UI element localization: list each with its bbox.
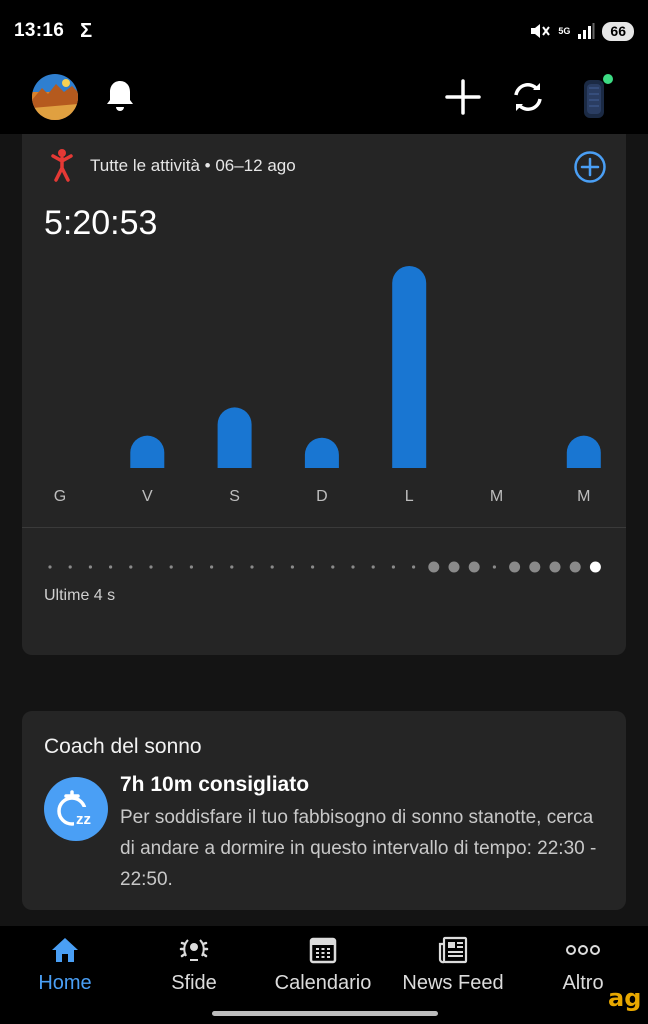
device-icon[interactable] [578, 74, 614, 122]
watermark-logo: ag [608, 984, 642, 1012]
running-person-icon [51, 149, 73, 182]
chart-bar[interactable] [392, 266, 427, 468]
more-icon [566, 945, 600, 955]
home-indicator[interactable] [212, 1011, 438, 1016]
pager-dot[interactable] [448, 561, 460, 573]
pager-dot[interactable] [549, 561, 561, 573]
sleep-coach-card[interactable]: Coach del sonno zz 7h 10m consigliato Pe… [22, 711, 626, 910]
sleep-coach-title: Coach del sonno [44, 735, 202, 758]
pager-dot[interactable] [529, 561, 541, 573]
pager-dot[interactable] [109, 565, 113, 569]
activity-title: Tutte le attività • 06–12 ago [90, 156, 296, 175]
nav-label: News Feed [402, 972, 504, 994]
pager-dot[interactable] [492, 565, 496, 569]
home-icon [52, 938, 78, 962]
app-bar [0, 62, 648, 134]
chart-bar[interactable] [566, 435, 601, 468]
sigma-icon: Σ [80, 19, 93, 42]
pager-dot[interactable] [48, 565, 52, 569]
bottom-nav: Home Sfide Calendario News Feed Altro [0, 926, 648, 1024]
chart-day-label: M [577, 488, 590, 505]
newsfeed-icon [438, 936, 468, 964]
pager-dot[interactable] [149, 565, 153, 569]
chart-day-label: L [405, 488, 414, 505]
pager-dot[interactable] [210, 565, 214, 569]
chart-day-label: M [490, 488, 503, 505]
pager-dot[interactable] [509, 561, 521, 573]
pager-dot[interactable] [270, 565, 274, 569]
pager-dot[interactable] [331, 565, 335, 569]
chart-bar[interactable] [130, 435, 165, 468]
nav-label: Sfide [171, 972, 217, 994]
pager-dot[interactable] [250, 565, 254, 569]
week-pager[interactable] [22, 554, 626, 582]
chart-bar[interactable] [304, 437, 339, 468]
add-circle-icon[interactable] [573, 150, 607, 184]
nav-calendario[interactable]: Calendario [258, 926, 388, 1006]
divider [22, 527, 626, 528]
pager-dot[interactable] [428, 561, 440, 573]
weekly-activity-chart: GVSDLMM [54, 266, 601, 505]
pager-dot[interactable] [311, 565, 315, 569]
sleep-advice-text: Per soddisfare il tuo fabbisogno di sonn… [120, 807, 597, 890]
pager-dot[interactable] [351, 565, 355, 569]
pager-dot[interactable] [412, 565, 416, 569]
pager-dot[interactable] [290, 565, 294, 569]
pager-dot[interactable] [230, 565, 234, 569]
svg-text:zz: zz [76, 811, 91, 828]
status-time: 13:16 [14, 20, 65, 41]
signal-icon [578, 23, 595, 39]
nav-label: Home [38, 972, 92, 994]
nav-home[interactable]: Home [0, 926, 130, 1006]
chart-day-label: D [316, 488, 328, 505]
plus-icon[interactable] [444, 78, 482, 116]
pager-dot[interactable] [391, 565, 395, 569]
sleep-recommendation: 7h 10m consigliato [120, 773, 310, 796]
pager-dot[interactable] [569, 561, 581, 573]
sleep-zz-icon: zz [44, 777, 108, 841]
bell-icon[interactable] [103, 78, 137, 114]
avatar[interactable] [32, 74, 78, 120]
period-label: Ultime 4 s [44, 587, 116, 604]
pager-dot[interactable] [68, 565, 72, 569]
sync-icon[interactable] [509, 78, 547, 116]
nav-news-feed[interactable]: News Feed [388, 926, 518, 1006]
pager-dot[interactable] [129, 565, 133, 569]
pager-dot[interactable] [371, 565, 375, 569]
pager-dot[interactable] [169, 565, 173, 569]
pager-dot[interactable] [468, 561, 480, 573]
calendar-icon [309, 937, 337, 964]
chart-day-label: S [229, 488, 240, 505]
chart-day-label: G [54, 488, 66, 505]
status-bar: 13:16 Σ 5G 66 [0, 0, 648, 62]
device-status-dot [603, 74, 613, 84]
battery-level: 66 [602, 21, 634, 41]
pager-dot[interactable] [189, 565, 193, 569]
mute-icon [531, 24, 551, 38]
nav-label: Calendario [274, 972, 372, 994]
laurel-icon [179, 939, 209, 961]
chart-day-label: V [142, 488, 153, 505]
pager-dot[interactable] [88, 565, 92, 569]
chart-bar[interactable] [217, 407, 252, 468]
activity-card[interactable]: Tutte le attività • 06–12 ago 5:20:53 G V… [22, 134, 626, 655]
pager-dot[interactable] [589, 561, 601, 573]
network-type: 5G [558, 25, 571, 36]
total-activity-time: 5:20:53 [44, 204, 158, 242]
nav-sfide[interactable]: Sfide [129, 926, 259, 1006]
